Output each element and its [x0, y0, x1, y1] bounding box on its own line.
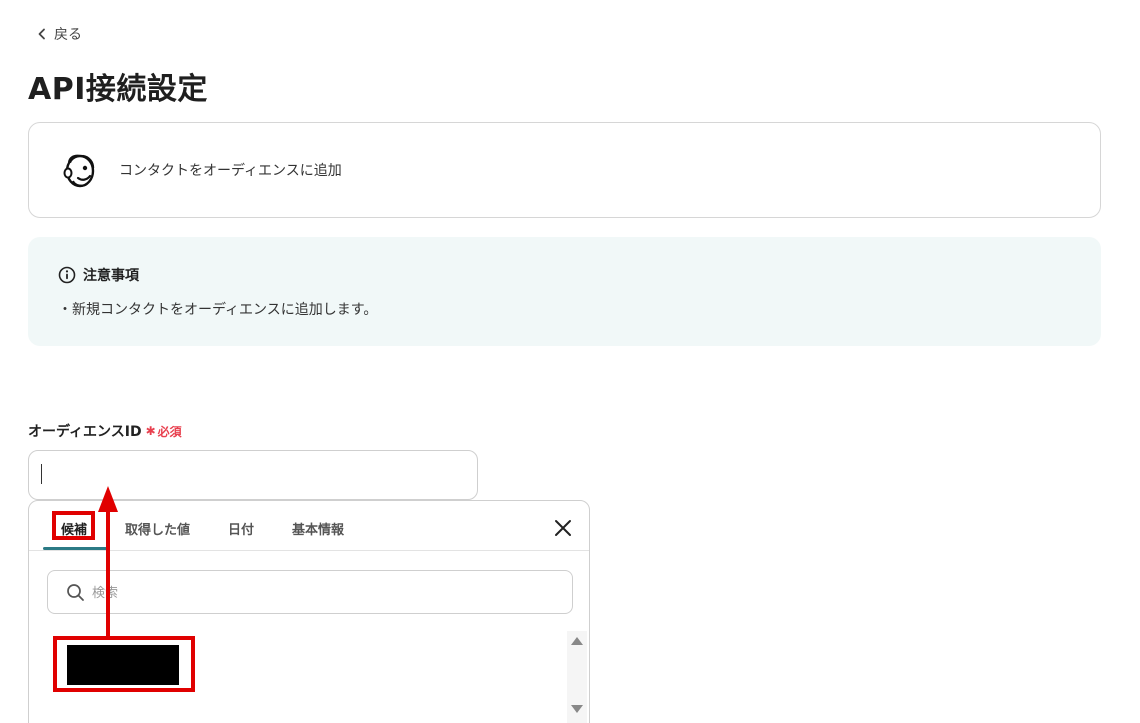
app-action-card: コンタクトをオーディエンスに追加: [28, 122, 1101, 218]
notice-heading: 注意事項: [83, 268, 139, 284]
tab-basic-info[interactable]: 基本情報: [292, 519, 344, 538]
scroll-down-icon[interactable]: [571, 705, 583, 713]
scroll-up-icon[interactable]: [571, 637, 583, 645]
picker-search: [47, 570, 573, 614]
text-caret: [41, 464, 42, 484]
search-icon: [67, 584, 84, 601]
value-picker-panel: 候補 取得した値 日付 基本情報: [28, 500, 590, 723]
required-label: 必須: [157, 424, 182, 439]
info-icon: [58, 266, 76, 284]
candidate-item[interactable]: [67, 645, 179, 685]
close-icon[interactable]: [552, 517, 574, 539]
audience-id-label: オーディエンスID ✱ 必須: [28, 421, 182, 441]
picker-tabs: 候補 取得した値 日付 基本情報: [29, 501, 589, 551]
field-label-text: オーディエンスID: [28, 424, 142, 440]
back-link[interactable]: 戻る: [36, 24, 82, 44]
scrollbar[interactable]: [567, 631, 587, 723]
asterisk-icon: ✱: [145, 424, 156, 438]
notice-body: ・新規コンタクトをオーディエンスに追加します。: [58, 302, 378, 318]
app-action-label: コンタクトをオーディエンスに追加: [119, 163, 342, 179]
page-title: API接続設定: [28, 72, 208, 107]
tab-fetched-values[interactable]: 取得した値: [125, 519, 190, 538]
search-input[interactable]: [92, 582, 552, 604]
active-tab-indicator: [43, 547, 107, 550]
tab-date[interactable]: 日付: [228, 519, 254, 538]
tab-candidates[interactable]: 候補: [61, 519, 87, 538]
chevron-left-icon: [38, 28, 45, 40]
notice-panel: 注意事項 ・新規コンタクトをオーディエンスに追加します。: [28, 237, 1101, 346]
audience-id-input[interactable]: [28, 450, 478, 500]
required-badge: ✱ 必須: [146, 423, 182, 440]
mailchimp-logo-icon: [63, 154, 95, 188]
back-label: 戻る: [54, 27, 82, 43]
